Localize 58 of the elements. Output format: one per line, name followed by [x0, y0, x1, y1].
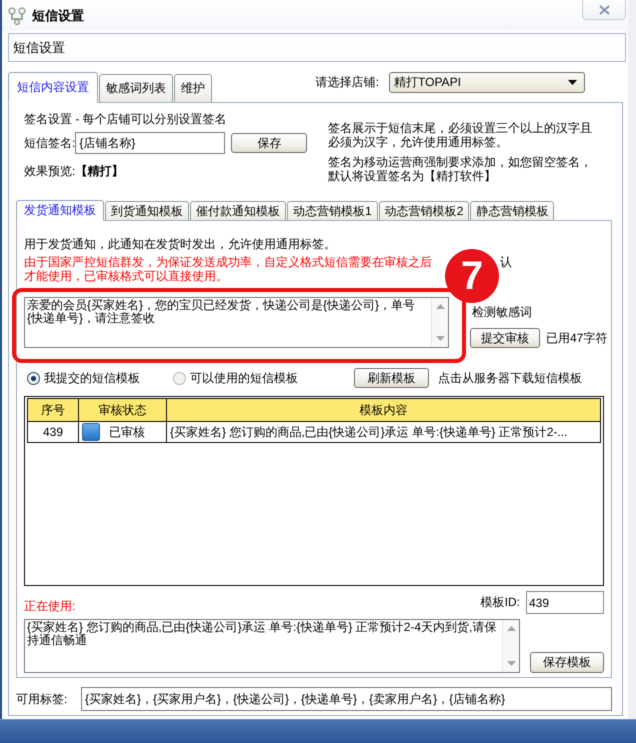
tab[interactable]: 敏感词列表 [99, 74, 173, 102]
table-cell: 439 [28, 422, 78, 442]
message-textarea[interactable]: 亲爱的会员{买家姓名}，您的宝贝已经发货，快递公司是{快递公司}，单号{快递单号}，请注意签收 [24, 297, 449, 348]
checkbox-label[interactable]: 认 [500, 255, 512, 269]
field-label: 可用标签: [16, 690, 68, 708]
in-use-label: 正在使用: [24, 599, 76, 613]
template-tab[interactable]: 动态营销模板2 [378, 201, 470, 220]
template-tab[interactable]: 静态营销模板 [470, 201, 554, 220]
field-label: 模板ID: [480, 594, 520, 611]
column-header[interactable]: 模板内容 [166, 398, 600, 422]
down-arrow-icon[interactable] [506, 661, 516, 666]
radio-label[interactable]: 可以使用的短信模板 [190, 370, 298, 386]
down-arrow-icon[interactable] [436, 336, 444, 341]
template-tab[interactable]: 动态营销模板1 [287, 201, 378, 220]
refresh-button[interactable]: 刷新模板 [354, 368, 429, 388]
signature-note: 签名为移动运营商强制要求添加，如您留空签名，默认将设置签名为【精打软件】 [328, 155, 593, 183]
signature-note: 签名展示于短信末尾，必须设置三个以上的汉字且必须为汉字，允许使用通用标签。 [328, 121, 593, 149]
status-text: 已审核 [109, 424, 145, 440]
template-tab[interactable]: 发货通知模板 [16, 200, 104, 221]
column-header[interactable]: 序号 [28, 398, 78, 422]
template-description: 用于发货通知，此通知在发货时发出，允许使用通用标签。 [24, 237, 337, 251]
section-header: 短信设置 [8, 33, 626, 62]
field-label: 请选择店铺: [316, 74, 379, 91]
preview-text: 【精打】 [75, 164, 124, 178]
network-icon [8, 6, 26, 24]
section-heading: 签名设置 - 每个店铺可以分别设置签名 [24, 112, 228, 126]
column-header[interactable]: 审核状态 [78, 398, 166, 422]
warning-text: 由于国家严控短信群发，为保证发送成功率，自定义格式短信需要在审核之后才能使用，已审核格式可以直接使用。 [24, 255, 433, 283]
checkbox-label[interactable]: 检测敏感词 [472, 305, 532, 319]
shop-dropdown[interactable]: 精打TOPAPI [389, 72, 585, 93]
radio-button[interactable] [27, 372, 40, 384]
submit-review-button[interactable]: 提交审核 [470, 328, 540, 348]
tab[interactable]: 短信内容设置 [8, 72, 98, 103]
field-label: 短信签名: [24, 134, 76, 152]
radio-button[interactable] [173, 372, 186, 384]
template-tab[interactable]: 催付款通知模板 [190, 201, 286, 220]
up-arrow-icon[interactable] [436, 304, 444, 309]
caret-icon[interactable] [568, 80, 577, 85]
template-id-field[interactable]: 439 [526, 591, 604, 614]
scrollbar[interactable] [502, 620, 519, 672]
table-cell: {买家姓名} 您订购的商品,已由{快递公司}承运 单号:{快递单号} 正常预计2-... [166, 422, 600, 442]
radio-label[interactable]: 我提交的短信模板 [44, 370, 140, 386]
close-icon[interactable] [598, 4, 610, 14]
save-button[interactable]: 保存 [231, 133, 308, 153]
window-title: 短信设置 [32, 6, 84, 24]
tags-field[interactable]: {买家姓名}，{买家用户名}，{快递公司}，{快递单号}，{卖家用户名}，{店铺名称} [81, 687, 612, 711]
scrollbar[interactable] [431, 298, 448, 347]
up-arrow-icon[interactable] [506, 626, 516, 631]
template-textarea[interactable]: {买家姓名} 您订购的商品,已由{快递公司}承运 单号:{快递单号} 正常预计2-4天内到货,请保持通信畅通 [24, 619, 520, 673]
save-template-button[interactable]: 保存模板 [530, 652, 604, 673]
template-tab[interactable]: 到货通知模板 [105, 201, 189, 220]
char-count: 已用47字符 [546, 330, 608, 346]
preview-label: 效果预览: [24, 164, 76, 178]
signature-field[interactable]: {店铺名称} [75, 132, 226, 154]
close-button[interactable] [582, 0, 626, 20]
square-icon [82, 423, 100, 441]
hint-text: 点击从服务器下载短信模板 [438, 370, 582, 386]
tab[interactable]: 维护 [174, 74, 212, 102]
